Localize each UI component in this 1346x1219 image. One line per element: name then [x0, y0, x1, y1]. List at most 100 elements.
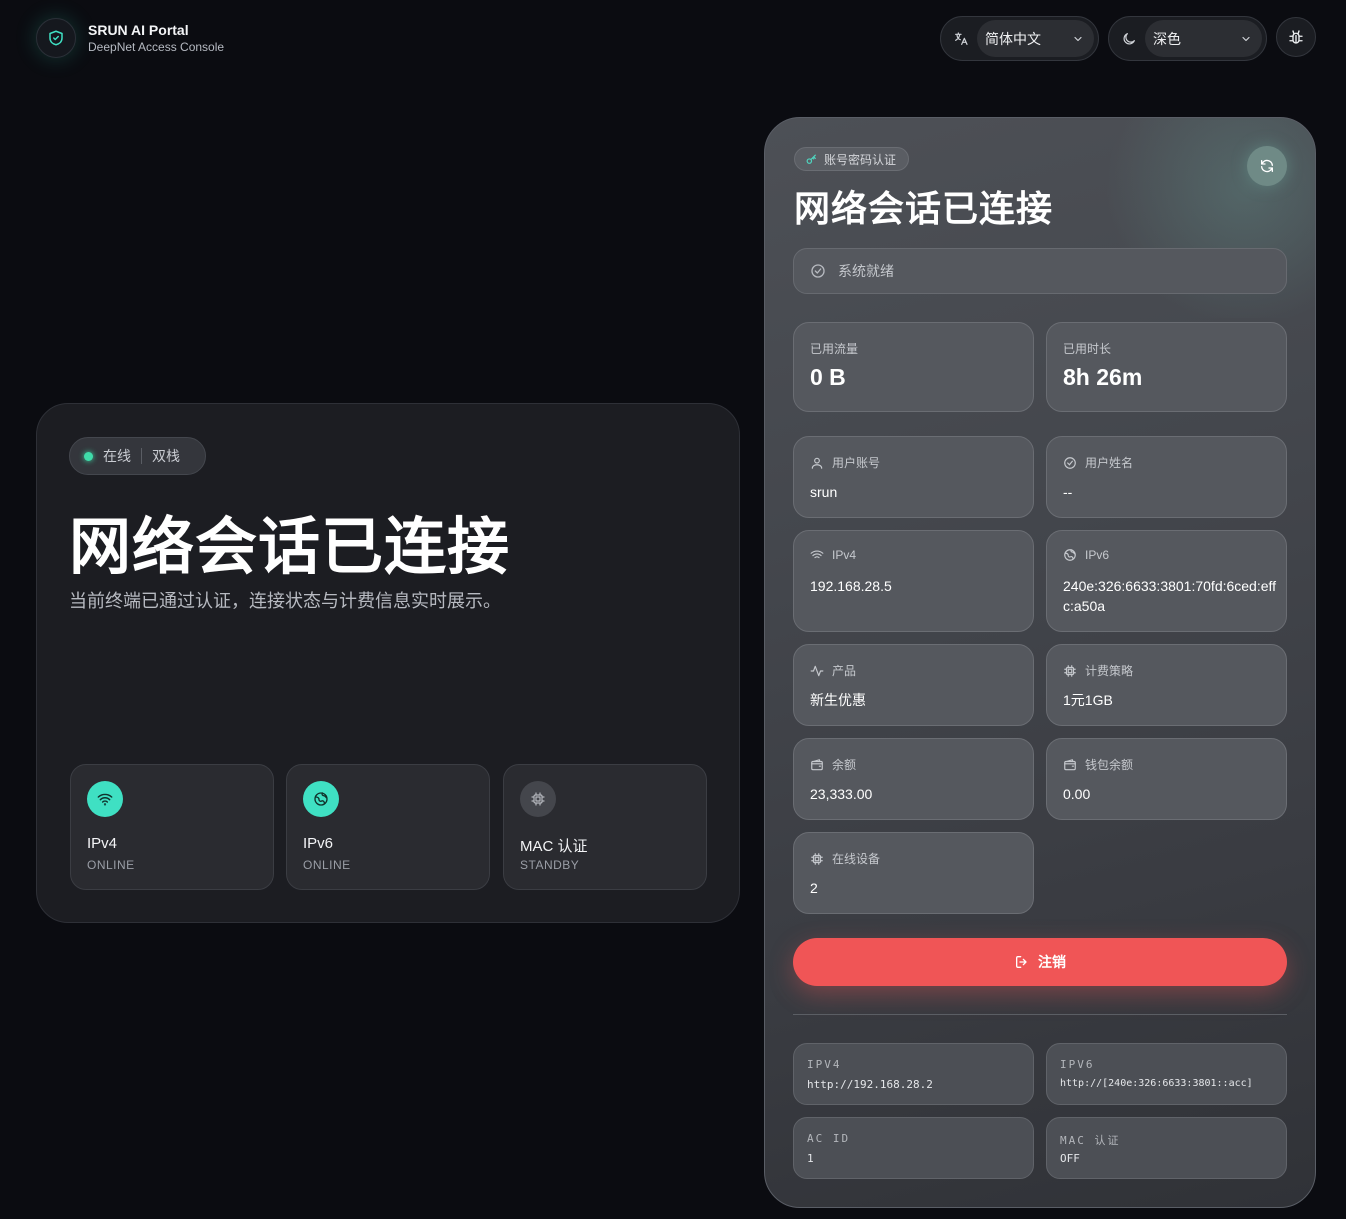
wifi-icon	[87, 781, 123, 817]
system-status-text: 系统就绪	[838, 263, 894, 279]
protocol-name: IPv6	[303, 835, 334, 852]
info-acid: AC ID 1	[793, 1117, 1034, 1179]
user-icon	[810, 456, 824, 470]
activity-icon	[810, 664, 824, 678]
status-stack: 双栈	[152, 448, 180, 464]
field-label: 在线设备	[832, 852, 881, 866]
stat-value: 8h 26m	[1063, 364, 1143, 390]
info-label: AC ID	[807, 1132, 851, 1145]
field-label: 产品	[832, 664, 857, 678]
brand-title: SRUN AI Portal	[88, 22, 189, 38]
chevron-down-icon	[1072, 33, 1084, 45]
field-label-row: IPv6	[1063, 548, 1109, 562]
protocol-name: MAC 认证	[520, 838, 588, 855]
field-label-row: 余额	[810, 756, 856, 773]
translate-icon	[953, 31, 969, 47]
logout-icon	[1014, 954, 1030, 970]
stat-label: 已用时长	[1063, 342, 1112, 356]
field-label-row: 用户姓名	[1063, 454, 1133, 471]
debug-button[interactable]	[1276, 17, 1316, 57]
moon-icon	[1121, 31, 1137, 47]
chip-icon	[520, 781, 556, 817]
info-value: 1	[807, 1152, 814, 1165]
panel-title: 网络会话已连接	[794, 188, 1054, 229]
field-value: 0.00	[1063, 786, 1091, 802]
field-value: --	[1063, 484, 1073, 500]
field-label: 用户账号	[832, 456, 881, 470]
field-value: 2	[810, 880, 818, 896]
field-billing: 计费策略 1元1GB	[1046, 644, 1287, 726]
field-product: 产品 新生优惠	[793, 644, 1034, 726]
chip-icon	[1063, 664, 1077, 678]
info-value: http://192.168.28.2	[807, 1078, 933, 1091]
language-value: 简体中文	[985, 30, 1041, 47]
wallet-icon	[1063, 758, 1077, 772]
auth-method-chip: 账号密码认证	[794, 147, 910, 171]
brand: SRUN AI Portal DeepNet Access Console	[36, 18, 224, 58]
status-online: 在线	[103, 448, 131, 464]
theme-select[interactable]: 深色	[1145, 20, 1262, 57]
stat-traffic: 已用流量 0 B	[793, 322, 1034, 412]
info-ipv4: IPV4 http://192.168.28.2	[793, 1043, 1034, 1105]
info-label: MAC 认证	[1060, 1134, 1121, 1147]
field-value: 新生优惠	[810, 692, 866, 708]
field-value: srun	[810, 484, 838, 500]
refresh-button[interactable]	[1247, 146, 1287, 186]
chevron-down-icon	[1240, 33, 1252, 45]
stat-label: 已用流量	[810, 342, 859, 356]
field-balance: 余额 23,333.00	[793, 738, 1034, 820]
info-value: OFF	[1060, 1152, 1080, 1165]
session-hero-card: 在线 双栈 网络会话已连接 当前终端已通过认证，连接状态与计费信息实时展示。 I…	[36, 403, 740, 923]
protocol-name: IPv4	[87, 835, 118, 852]
wifi-icon	[810, 548, 824, 562]
theme-value: 深色	[1153, 30, 1181, 47]
chip-icon	[810, 852, 824, 866]
field-value: 1元1GB	[1063, 692, 1113, 708]
field-label-row: 钱包余额	[1063, 756, 1133, 773]
protocol-card-ipv6: IPv6 ONLINE	[286, 764, 490, 890]
bug-icon	[1287, 28, 1305, 46]
protocol-card-mac: MAC 认证 STANDBY	[503, 764, 707, 890]
key-icon	[805, 153, 818, 166]
field-account: 用户账号 srun	[793, 436, 1034, 518]
stat-value: 0 B	[810, 364, 846, 390]
globe-icon	[303, 781, 339, 817]
info-ipv6: IPV6 http://[240e:326:6633:3801::acc]	[1046, 1043, 1287, 1105]
protocol-state: ONLINE	[87, 858, 135, 872]
divider	[793, 1014, 1287, 1015]
wallet-icon	[810, 758, 824, 772]
logout-button[interactable]: 注销	[793, 938, 1287, 986]
field-name: 用户姓名 --	[1046, 436, 1287, 518]
field-label: IPv4	[832, 548, 857, 562]
field-label: 钱包余额	[1085, 758, 1134, 772]
field-ipv6: IPv6 240e:326:6633:3801:70fd:6ced:effc:a…	[1046, 530, 1287, 632]
field-devices: 在线设备 2	[793, 832, 1034, 914]
field-label-row: 在线设备	[810, 850, 880, 867]
field-label: 用户姓名	[1085, 456, 1134, 470]
field-label: 余额	[832, 758, 857, 772]
info-value: http://[240e:326:6633:3801::acc]	[1060, 1078, 1253, 1089]
info-label: IPV6	[1060, 1058, 1095, 1071]
auth-method-label: 账号密码认证	[824, 152, 897, 167]
language-selector: 简体中文	[940, 16, 1099, 61]
shield-check-icon	[36, 18, 76, 58]
field-label: IPv6	[1085, 548, 1110, 562]
info-mac: MAC 认证 OFF	[1046, 1117, 1287, 1179]
protocol-card-ipv4: IPv4 ONLINE	[70, 764, 274, 890]
globe-icon	[1063, 548, 1077, 562]
refresh-icon	[1259, 158, 1275, 174]
check-circle-icon	[1063, 456, 1077, 470]
field-wallet: 钱包余额 0.00	[1046, 738, 1287, 820]
info-label: IPV4	[807, 1058, 842, 1071]
hero-title: 网络会话已连接	[69, 513, 511, 582]
language-select[interactable]: 简体中文	[977, 20, 1094, 57]
field-value: 240e:326:6633:3801:70fd:6ced:effc:a50a	[1063, 578, 1277, 614]
protocol-state: ONLINE	[303, 858, 351, 872]
system-status-bar: 系统就绪	[793, 248, 1287, 294]
field-label-row: 计费策略	[1063, 662, 1133, 679]
logout-label: 注销	[1038, 954, 1066, 970]
field-value: 192.168.28.5	[810, 578, 892, 594]
chip-divider	[141, 448, 142, 464]
check-circle-icon	[810, 263, 826, 279]
field-label-row: 产品	[810, 662, 856, 679]
